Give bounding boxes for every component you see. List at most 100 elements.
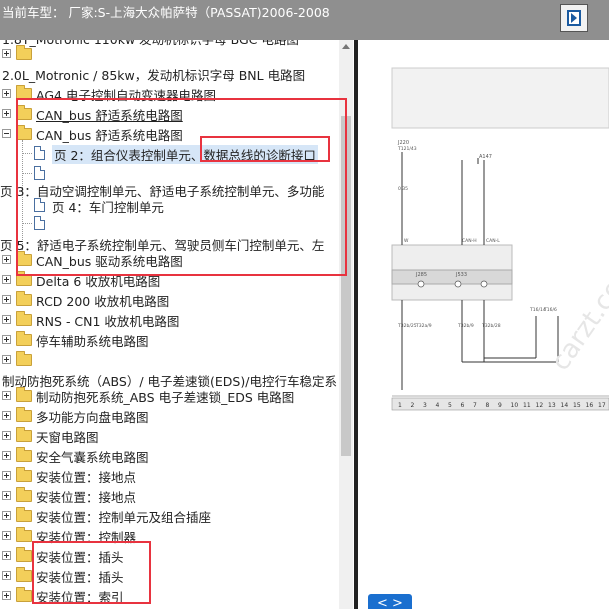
label-j533: J533 [455,272,467,278]
expand-icon[interactable] [2,571,11,580]
tree-item[interactable]: RNS - CN1 收放机电路图 [0,310,354,330]
folder-icon [16,407,32,422]
page-nav-button[interactable]: < > [368,594,412,609]
tree-item[interactable]: 2.0L_Motronic / 85kw，发动机标识字母 BNL 电路图 [0,64,354,84]
folder-icon [16,447,32,462]
folder-icon [16,45,32,60]
wire-label-can-l: CAN-L [486,238,500,244]
tree-item-label: 制动防抱死系统_ABS 电子差速锁_EDS 电路图 [36,390,295,405]
grid-number: 7 [473,402,477,409]
open-document-button[interactable] [560,4,588,32]
label-j220: J220 [397,140,409,146]
wire-label-can-h: CAN-H [462,238,477,244]
tree-item[interactable]: 制动防抱死系统_ABS 电子差速锁_EDS 电路图 [0,386,354,406]
wire-label-t32a-9: T32a/9 [415,323,432,329]
title-bar: 当前车型： 厂家:S-上海大众帕萨特（PASSAT)2006-2008 [0,0,609,40]
wire-label-035: 0.35 [398,186,408,192]
expand-icon[interactable] [2,255,11,264]
tree-item[interactable]: RCD 200 收放机电路图 [0,290,354,310]
tree-item-label: 安装位置：接地点 [36,490,137,505]
folder-icon [16,547,32,562]
expand-icon[interactable] [2,89,11,98]
expand-icon[interactable] [2,551,11,560]
tree-item[interactable]: 安装位置：接地点 [0,466,354,486]
watermark: carzt.com [546,254,609,377]
tree-item[interactable]: 安全气囊系统电路图 [0,446,354,466]
expand-icon[interactable] [2,411,11,420]
folder-icon [16,427,32,442]
folder-icon [16,331,32,346]
expand-icon[interactable] [2,391,11,400]
highlight-box-diagnostic-interface [200,136,330,162]
wire-label-t32b-25: T32b/25 [397,323,417,329]
scroll-up-icon[interactable] [342,44,350,49]
expand-icon[interactable] [2,109,11,118]
grid-number: 8 [486,402,490,409]
folder-icon [16,487,32,502]
tree-item[interactable] [0,350,354,370]
expand-icon[interactable] [2,49,11,58]
folder-icon [16,587,32,602]
grid-number: 9 [498,402,502,409]
grid-number: 17 [598,402,606,409]
expand-icon[interactable] [2,315,11,324]
expand-icon[interactable] [2,531,11,540]
tree-item[interactable]: 安装位置：接地点 [0,486,354,506]
expand-icon[interactable] [2,511,11,520]
tree-item[interactable]: 停车辅助系统电路图 [0,330,354,350]
grid-number: 11 [523,402,531,409]
grid-number: 15 [573,402,581,409]
expand-icon[interactable] [2,491,11,500]
folder-icon [16,507,32,522]
tree-item-label: 2.0L_Motronic / 85kw，发动机标识字母 BNL 电路图 [2,68,306,83]
tree-item-label: 停车辅助系统电路图 [36,334,149,349]
expand-icon[interactable] [2,355,11,364]
expand-icon[interactable] [2,471,11,480]
arrow-right-icon [571,13,577,23]
expand-icon[interactable] [2,591,11,600]
folder-icon [16,311,32,326]
tree-item[interactable]: 天窗电路图 [0,426,354,446]
grid-number: 4 [436,402,440,409]
vehicle-model-title: 当前车型： 厂家:S-上海大众帕萨特（PASSAT)2006-2008 [2,5,330,20]
wire-label-t32b-28: T32b/28 [481,323,501,329]
grid-number: 5 [448,402,452,409]
highlight-box-install-location [32,541,151,604]
folder-icon [16,351,32,366]
tree-item-label: 安全气囊系统电路图 [36,450,149,465]
highlight-box-can-bus [16,98,347,276]
tree-item[interactable]: 安装位置：控制单元及组合插座 [0,506,354,526]
folder-icon [16,387,32,402]
expand-icon[interactable] [2,451,11,460]
wire-label-w: W [404,238,409,244]
tree-item[interactable]: 多功能方向盘电路图 [0,406,354,426]
expand-icon[interactable] [2,275,11,284]
wiring-diagram-view[interactable]: J220 T121/43 A147 J285 J533 T16/14 T16/6… [358,40,609,609]
tree-item-label: 多功能方向盘电路图 [36,410,149,425]
tree-item-label: RNS - CN1 收放机电路图 [36,314,180,329]
tree-item-label: 安装位置：接地点 [36,470,137,485]
tree-item-label: 天窗电路图 [36,430,99,445]
grid-number: 12 [536,402,544,409]
label-a147: A147 [479,154,492,160]
expand-icon[interactable] [2,295,11,304]
tree-item-label: 安装位置：控制单元及组合插座 [36,510,212,525]
label-j285: J285 [415,272,427,278]
folder-icon [16,467,32,482]
tree-item-label: RCD 200 收放机电路图 [36,294,170,309]
grid-number: 2 [411,402,415,409]
collapse-icon[interactable] [2,129,11,138]
tree-item[interactable] [0,44,354,64]
wiring-diagram: J220 T121/43 A147 J285 J533 T16/14 T16/6… [391,67,609,411]
label-t16-6: T16/6 [543,307,557,313]
folder-icon [16,291,32,306]
grid-number: 14 [561,402,569,409]
grid-number: 6 [461,402,465,409]
label-t121-43: T121/43 [397,146,417,152]
expand-icon[interactable] [2,335,11,344]
grid-number: 3 [423,402,427,409]
folder-icon [16,567,32,582]
folder-icon [16,527,32,542]
grid-number: 10 [511,402,519,409]
expand-icon[interactable] [2,431,11,440]
